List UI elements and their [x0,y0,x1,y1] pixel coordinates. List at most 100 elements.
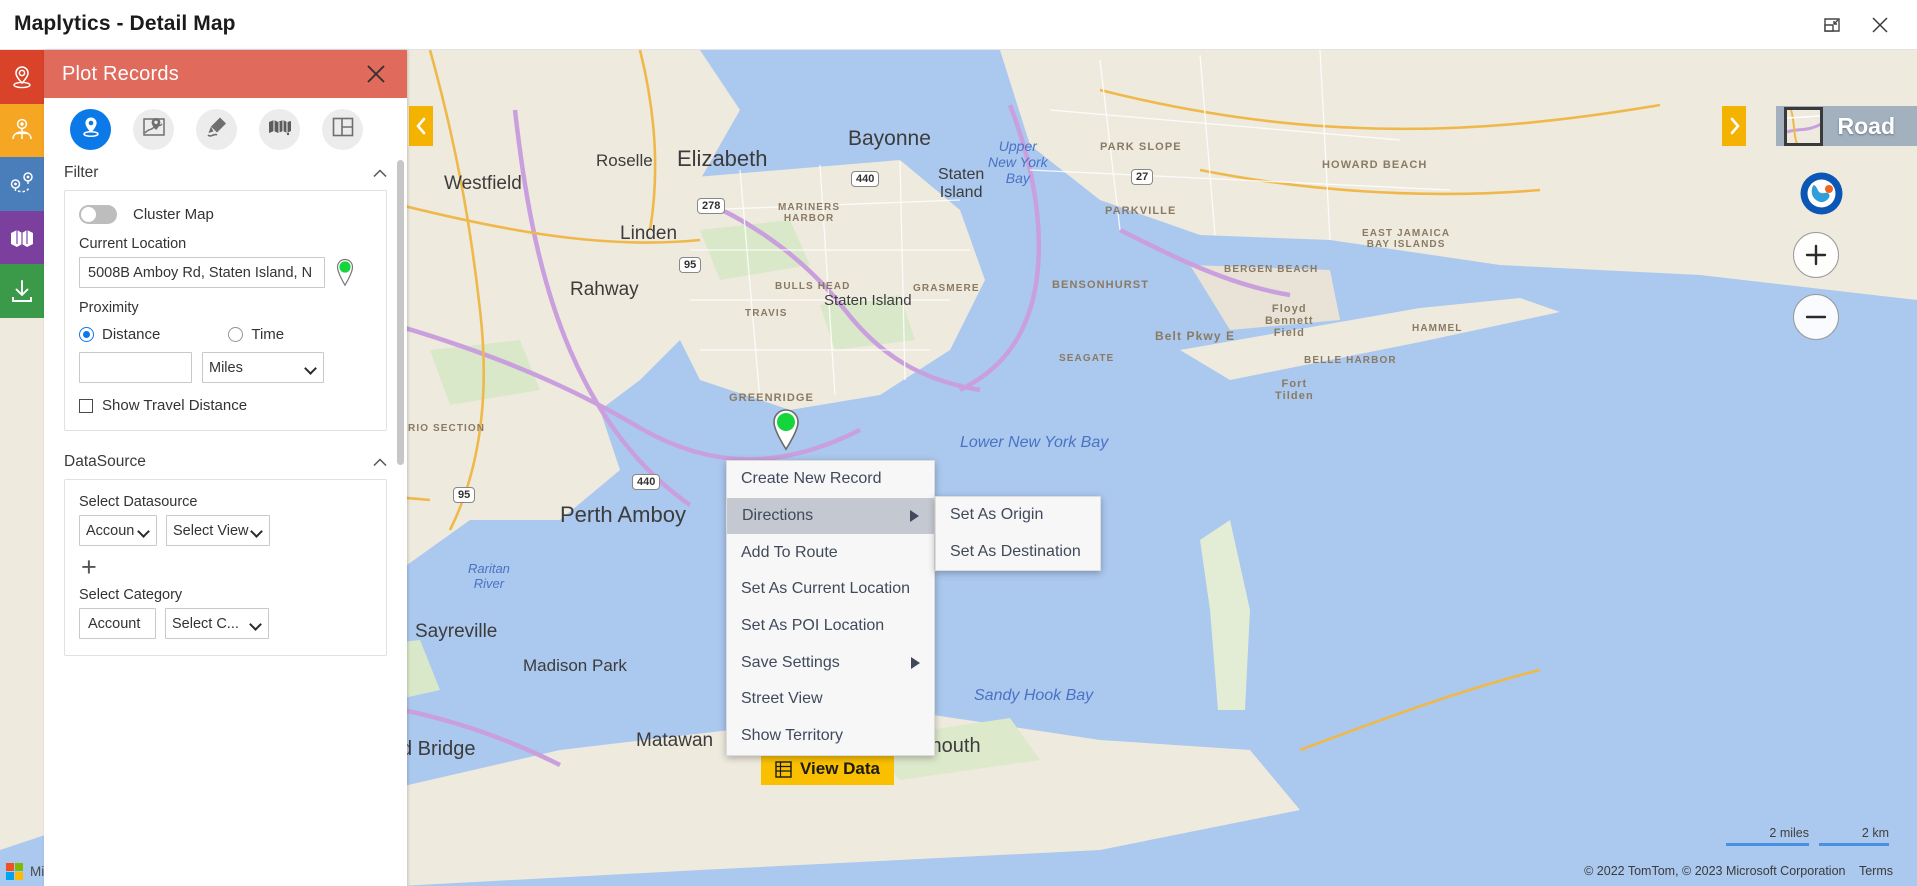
rail-item-territory[interactable] [0,210,44,265]
map-attribution: © 2022 TomTom, © 2023 Microsoft Corporat… [1584,864,1893,878]
submenu-item-label: Set As Origin [950,506,1044,524]
tab-layout-tab[interactable] [322,108,363,150]
map-style-thumbnail [1783,106,1823,146]
route-pins-icon [9,171,35,197]
context-menu-item[interactable]: Directions [727,497,934,535]
map-pin-icon [9,64,35,90]
tab-territory-tab[interactable] [259,108,300,150]
scale-km: 2 km [1819,826,1889,846]
add-datasource-icon[interactable]: + [81,554,97,581]
current-location-row [79,257,372,288]
pencil-icon [205,115,229,144]
rail-item-route-plan[interactable] [0,157,44,211]
filter-section-header[interactable]: Filter [64,160,387,190]
highway-shield: 440 [632,474,661,490]
current-location-label: Current Location [79,236,187,252]
chevron-up-icon[interactable] [373,166,387,181]
selected-record-pin[interactable] [770,408,802,457]
context-menu-item[interactable]: Save Settings [727,644,934,681]
collapse-left-panel-button[interactable] [409,106,433,146]
filter-heading: Filter [64,164,99,181]
tab-draw-tab[interactable] [196,108,237,150]
panel-scrollbar-thumb[interactable] [397,160,404,465]
context-menu-item[interactable]: Street View [727,681,934,718]
highway-shield: 95 [679,257,702,273]
chevron-right-icon [1730,117,1739,135]
directions-submenu[interactable]: Set As Origin Set As Destination [935,496,1101,572]
highway-shield: 27 [1131,169,1154,185]
show-travel-distance-checkbox[interactable] [79,398,93,413]
tab-plot-records-tab[interactable] [70,108,111,150]
left-icon-rail[interactable] [0,50,44,318]
download-icon [9,278,35,304]
entity-select[interactable]: Accoun [79,515,157,546]
layout-panel-icon [331,115,355,144]
cluster-map-label: Cluster Map [133,206,214,223]
microsoft-squares-icon [6,863,23,880]
collapse-right-panel-button[interactable] [1722,106,1746,146]
chevron-up-icon[interactable] [373,455,387,470]
panel-scrollbar[interactable] [397,160,404,720]
unit-select-wrap: MilesKM [202,352,324,383]
map-style-selector[interactable]: Road [1775,106,1917,146]
rail-item-radius-search[interactable] [0,103,44,158]
tab-proximity-tab[interactable] [133,108,174,150]
datasource-heading: DataSource [64,453,146,470]
context-menu-item-label: Save Settings [741,653,840,671]
zoom-in-button[interactable] [1793,232,1839,278]
context-menu-item-label: Set As Current Location [741,580,910,598]
datasource-selects-row: Accoun Select View [79,515,372,546]
select-datasource-label: Select Datasource [79,494,198,510]
usa-map-icon [268,115,292,144]
cluster-map-toggle[interactable] [79,205,117,224]
close-icon[interactable] [1865,10,1895,40]
select-category-label: Select Category [79,587,183,603]
proximity-label: Proximity [79,300,139,316]
submenu-item-label: Set As Destination [950,543,1081,561]
rail-item-plot-records[interactable] [0,50,44,104]
scale-km-bar [1819,843,1889,846]
current-location-input[interactable] [79,257,325,288]
radio-distance[interactable] [79,327,94,342]
context-menu-item[interactable]: Set As Current Location [727,571,934,608]
highway-shield: 95 [453,487,476,503]
panel-close-icon[interactable] [363,61,389,87]
map-context-menu[interactable]: Create New Record Directions Add To Route S… [726,460,935,756]
terms-link[interactable]: Terms [1859,864,1893,878]
restore-down-icon[interactable] [1817,10,1847,40]
radio-time-label: Time [251,326,285,343]
context-menu-item-label: Directions [742,507,814,525]
grid-list-icon [775,760,792,778]
panel-header: Plot Records [44,50,407,98]
datasource-section-box: Select Datasource Accoun Select View + S… [64,479,387,656]
radio-distance-label: Distance [102,326,161,343]
context-menu-item[interactable]: Set As POI Location [727,608,934,645]
globe-reset-icon[interactable] [1798,170,1845,217]
datasource-section-header[interactable]: DataSource [64,449,387,479]
view-data-button[interactable]: View Data [761,753,895,785]
plot-records-panel: Plot Records Filter Cluster Map Current … [44,50,407,886]
radio-time[interactable] [228,327,244,342]
distance-input[interactable] [79,352,192,383]
cluster-map-row: Cluster Map [79,205,372,224]
window-controls [1817,0,1909,50]
territory-map-icon [9,225,35,251]
submenu-item[interactable]: Set As Destination [936,534,1100,571]
submenu-item[interactable]: Set As Origin [936,497,1100,534]
scale-miles: 2 miles [1726,826,1809,846]
window-title-bar: Maplytics - Detail Map [0,0,1917,50]
view-select[interactable]: Select View [166,515,270,546]
context-menu-item[interactable]: Create New Record [727,461,934,498]
context-menu-item-label: Show Territory [741,727,843,745]
category-entity-input[interactable] [79,608,156,639]
context-menu-item[interactable]: Add To Route [727,534,934,571]
context-menu-item[interactable]: Show Territory [727,718,934,755]
panel-tab-strip[interactable] [44,98,407,160]
unit-select[interactable]: MilesKM [202,352,324,383]
zoom-out-button[interactable] [1793,294,1839,340]
category-select[interactable]: Select C... [165,608,269,639]
panel-body: Filter Cluster Map Current Location Prox… [44,160,407,886]
page-title: Maplytics - Detail Map [14,12,236,35]
submenu-arrow-icon [911,656,920,669]
rail-item-export[interactable] [0,264,44,318]
